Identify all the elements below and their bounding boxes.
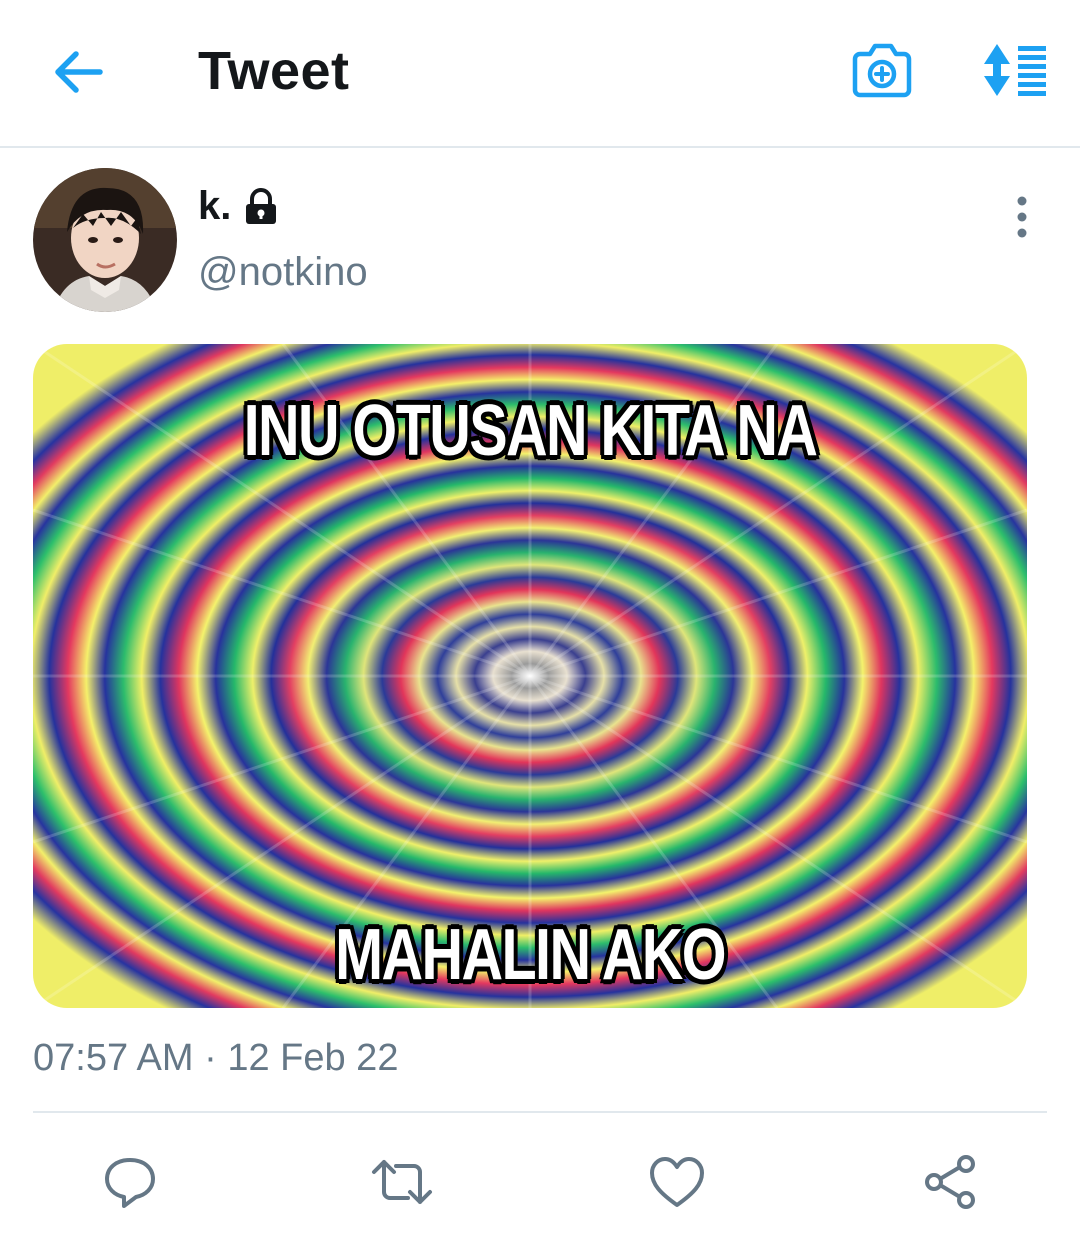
like-button[interactable] [645,1150,709,1214]
camera-button[interactable] [850,40,914,100]
page-title: Tweet [198,41,350,101]
avatar[interactable] [33,168,177,312]
author-handle[interactable]: @notkino [198,250,368,295]
lock-icon [246,187,277,224]
divider [33,1111,1047,1113]
share-icon [925,1155,975,1209]
meme-caption-bottom: MAHALIN AKO [335,915,726,995]
display-name: k. [198,184,232,228]
more-vertical-icon [1017,196,1027,238]
camera-plus-icon [852,43,912,98]
retweet-button[interactable] [370,1150,434,1214]
heart-icon [650,1157,704,1207]
more-options-button[interactable] [1000,192,1044,242]
top-app-bar: Tweet [0,0,1080,148]
reply-button[interactable] [98,1150,162,1214]
tweet-media-image[interactable]: INU OTUSAN KITA NA MAHALIN AKO [33,344,1027,1008]
meme-caption-top: INU OTUSAN KITA NA [243,391,818,471]
reply-icon [105,1158,155,1208]
sort-list-icon [984,44,1046,96]
sort-button[interactable] [976,40,1050,100]
author-name-row: k. [198,184,279,229]
back-button[interactable] [48,42,108,102]
arrow-left-icon [55,51,103,93]
retweet-icon [372,1160,432,1204]
share-button[interactable] [918,1150,982,1214]
tweet-timestamp: 07:57 AM · 12 Feb 22 [33,1037,399,1079]
